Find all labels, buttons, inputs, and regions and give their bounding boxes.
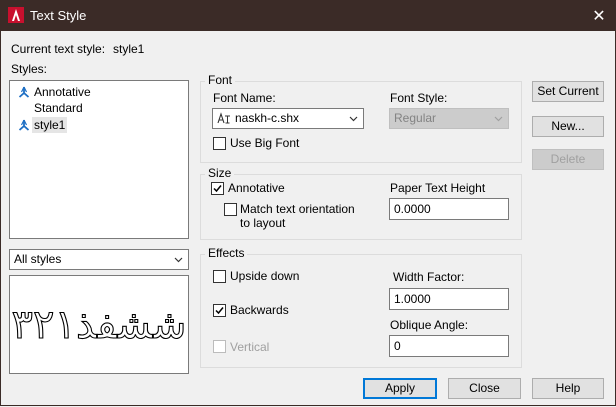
font-group-label: Font [205,73,236,87]
effects-group-label: Effects [205,246,248,260]
match-orientation-checkbox[interactable] [224,203,237,216]
chevron-down-icon [494,116,503,122]
close-icon[interactable]: ✕ [590,6,608,26]
styles-label: Styles: [11,62,48,76]
match-orientation-label: Match text orientation to layout [240,202,355,230]
upside-down-checkbox[interactable] [213,270,226,283]
window-title: Text Style [30,8,87,23]
list-item-label: Annotative [34,85,91,99]
checkmark-icon [213,185,222,193]
font-name-value: naskh-c.shx [235,111,300,125]
font-name-label: Font Name: [213,91,276,105]
width-factor-label: Width Factor: [393,270,465,284]
vertical-checkbox[interactable] [213,340,226,353]
font-style-label: Font Style: [390,91,448,105]
size-group-label: Size [205,166,235,180]
text-preview: ششفذ۳۲۱ [9,275,189,374]
vertical-label: Vertical [230,340,270,354]
title-bar[interactable]: Text Style ✕ [0,0,616,31]
match-orientation-line2: to layout [240,216,286,230]
oblique-angle-label: Oblique Angle: [390,318,469,332]
shx-font-icon [217,112,230,124]
backwards-label: Backwards [230,303,289,317]
delete-style-button[interactable]: Delete [532,149,604,170]
set-current-button[interactable]: Set Current [532,81,604,102]
annotative-icon [18,119,30,131]
chevron-down-icon [174,257,183,263]
autocad-logo-icon [8,7,24,23]
current-style-label: Current text style: [11,42,106,56]
list-item-label: style1 [32,117,68,133]
use-big-font-checkbox[interactable] [213,137,226,150]
chevron-down-icon [349,116,358,122]
current-style-value: style1 [113,42,145,56]
new-style-button[interactable]: New... [532,116,604,137]
width-factor-input[interactable]: 1.0000 [389,288,509,310]
list-item-label: Standard [34,101,83,115]
match-orientation-line1: Match text orientation [240,202,355,216]
backwards-checkbox[interactable] [213,304,226,317]
apply-button[interactable]: Apply [363,378,437,399]
annotative-icon [18,86,30,98]
help-button[interactable]: Help [532,378,604,399]
preview-sample-text: ششفذ۳۲۱ [12,302,187,348]
paper-text-height-label: Paper Text Height [390,181,486,195]
use-big-font-label: Use Big Font [230,136,300,150]
annotative-label: Annotative [228,181,285,195]
styles-filter-value: All styles [14,252,62,266]
font-style-value: Regular [394,111,437,125]
close-button[interactable]: Close [448,378,521,399]
oblique-angle-input[interactable]: 0 [389,335,509,357]
font-name-dropdown[interactable]: naskh-c.shx [212,108,364,129]
styles-list[interactable]: Annotative Standard style1 [9,80,189,239]
upside-down-label: Upside down [230,269,300,283]
paper-text-height-input[interactable]: 0.0000 [389,198,509,220]
checkmark-icon [215,307,224,315]
annotative-checkbox[interactable] [211,182,224,195]
styles-filter-dropdown[interactable]: All styles [9,249,189,270]
font-style-dropdown[interactable]: Regular [389,108,509,129]
